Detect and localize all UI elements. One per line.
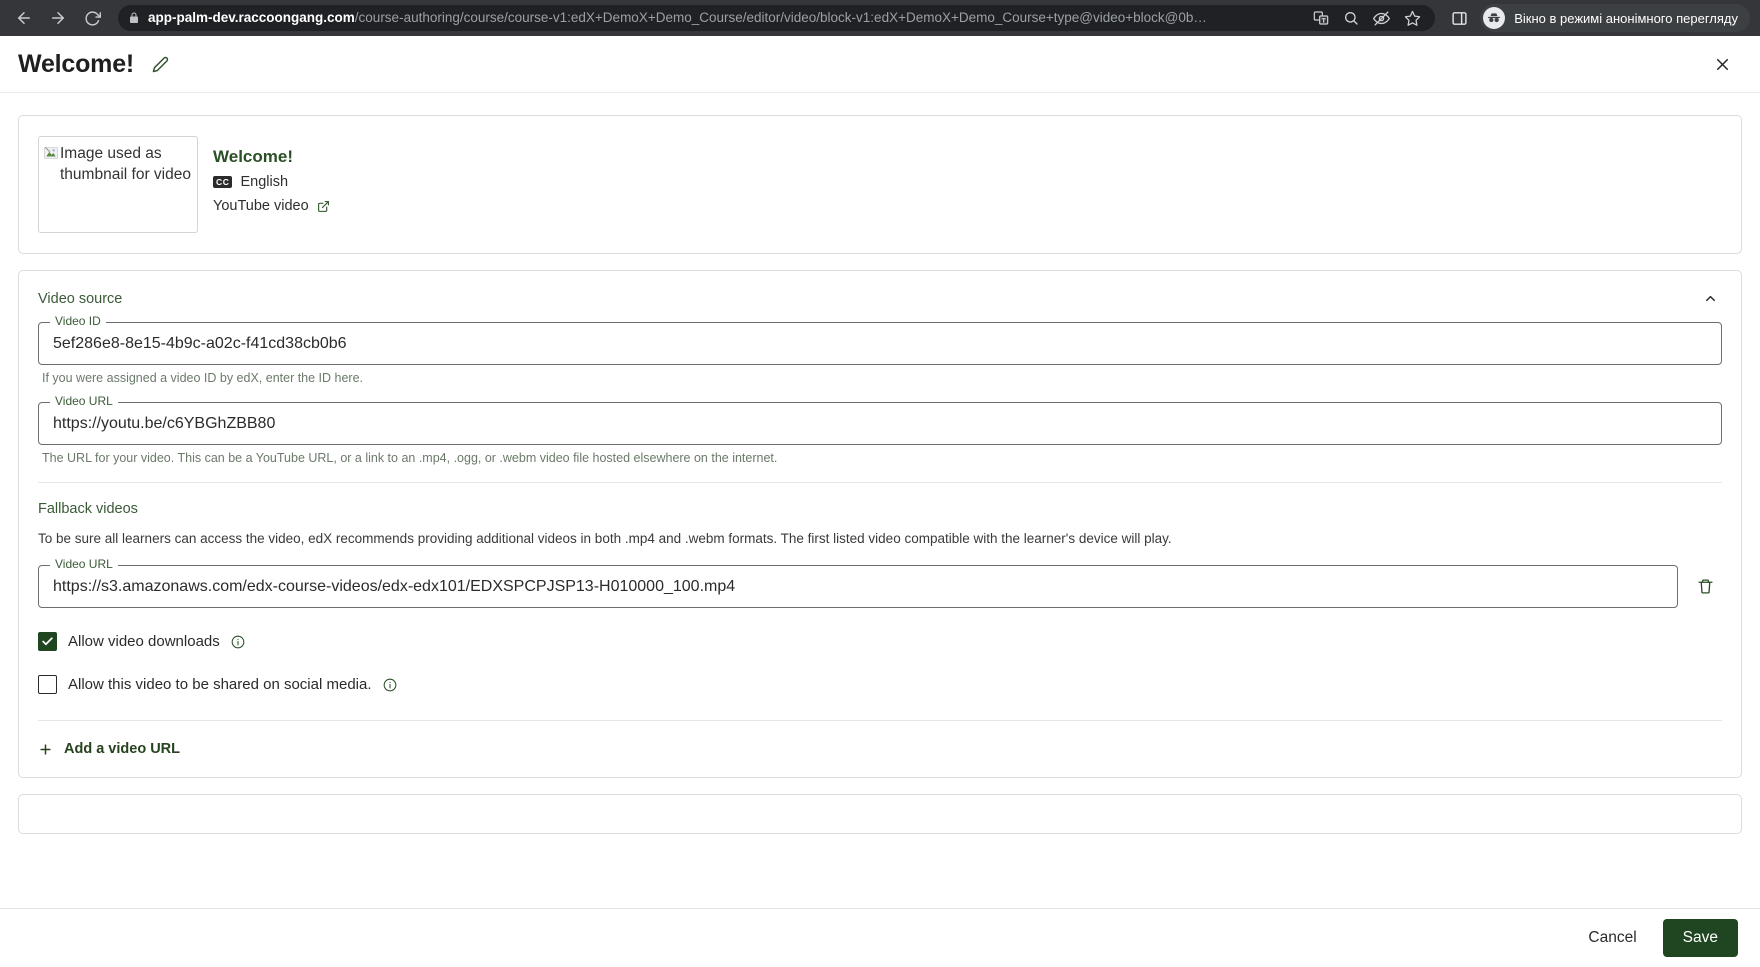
- save-button[interactable]: Save: [1662, 919, 1738, 957]
- browser-right-controls: Вікно в режимі анонімного перегляду: [1441, 4, 1750, 32]
- trash-icon[interactable]: [1688, 570, 1722, 604]
- fallback-url-fieldset: Video URL: [38, 558, 1678, 608]
- omnibox-icons: [1313, 10, 1425, 27]
- video-source-card: Video source Video ID If you were assign…: [18, 270, 1742, 778]
- info-icon[interactable]: [231, 635, 245, 649]
- broken-image-icon: [44, 145, 58, 186]
- modal-header: Welcome!: [0, 36, 1760, 93]
- tracking-protection-icon[interactable]: [1373, 10, 1391, 27]
- allow-downloads-label: Allow video downloads: [68, 633, 220, 650]
- back-arrow-icon[interactable]: [10, 4, 38, 32]
- side-panel-icon[interactable]: [1451, 10, 1468, 27]
- video-name: Welcome!: [213, 147, 293, 166]
- modal-footer: Cancel Save: [0, 908, 1760, 967]
- add-video-url-button[interactable]: Add a video URL: [38, 741, 180, 757]
- video-url-input[interactable]: [53, 414, 1707, 433]
- url-domain: app-palm-dev.raccoongang.com: [148, 10, 355, 25]
- pencil-icon[interactable]: [147, 51, 173, 77]
- translate-icon[interactable]: [1313, 10, 1329, 26]
- cc-badge-icon: CC: [213, 175, 233, 189]
- video-metadata: Welcome! CC English YouTube video: [213, 136, 330, 233]
- video-id-field: Video ID: [38, 315, 1722, 365]
- video-thumbnail: Image used as thumbnail for video: [38, 136, 198, 233]
- add-url-divider: [38, 720, 1722, 721]
- external-link-icon[interactable]: [317, 200, 330, 213]
- broken-image-alt-text: Image used as thumbnail for video: [60, 145, 191, 184]
- allow-social-share-row: Allow this video to be shared on social …: [38, 675, 1722, 694]
- forward-arrow-icon[interactable]: [44, 4, 72, 32]
- video-url-help-text: The URL for your video. This can be a Yo…: [42, 451, 778, 465]
- allow-social-share-label: Allow this video to be shared on social …: [68, 676, 372, 693]
- search-zoom-icon[interactable]: [1343, 10, 1359, 26]
- video-id-fieldset: Video ID: [38, 315, 1722, 365]
- address-bar[interactable]: app-palm-dev.raccoongang.com/course-auth…: [118, 5, 1436, 31]
- incognito-indicator[interactable]: Вікно в режимі анонімного перегляду: [1480, 4, 1750, 32]
- allow-social-share-checkbox[interactable]: [38, 675, 57, 694]
- video-url-fieldset: Video URL: [38, 395, 1722, 445]
- video-id-help-text: If you were assigned a video ID by edX, …: [42, 371, 364, 385]
- add-video-url-label: Add a video URL: [64, 741, 181, 757]
- video-url-label: Video URL: [50, 395, 118, 407]
- fallback-url-label: Video URL: [50, 558, 118, 570]
- chevron-up-icon[interactable]: [1699, 287, 1722, 310]
- caption-row: CC English: [213, 174, 330, 190]
- fallback-url-input[interactable]: [53, 577, 1663, 596]
- url-path: /course-authoring/course/course-v1:edX+D…: [354, 10, 1207, 25]
- video-source-title: Video source: [38, 290, 123, 307]
- info-icon[interactable]: [383, 678, 397, 692]
- allow-downloads-checkbox[interactable]: [38, 632, 57, 651]
- video-info-card: Image used as thumbnail for video Welcom…: [18, 115, 1742, 254]
- url-text: app-palm-dev.raccoongang.com/course-auth…: [148, 5, 1305, 31]
- cancel-button[interactable]: Cancel: [1572, 920, 1652, 956]
- incognito-label: Вікно в режимі анонімного перегляду: [1514, 10, 1738, 26]
- plus-icon: [38, 742, 53, 757]
- video-id-input[interactable]: [53, 334, 1707, 353]
- fallback-videos-description: To be sure all learners can access the v…: [38, 531, 1172, 546]
- lock-icon: [128, 12, 140, 24]
- fallback-url-field: Video URL: [38, 558, 1678, 608]
- video-source-row[interactable]: YouTube video: [213, 198, 330, 214]
- video-id-label: Video ID: [50, 315, 106, 327]
- video-url-field: Video URL: [38, 395, 1722, 445]
- section-divider: [38, 482, 1722, 483]
- video-source-label: YouTube video: [213, 198, 309, 214]
- browser-toolbar: app-palm-dev.raccoongang.com/course-auth…: [0, 0, 1760, 36]
- allow-downloads-row: Allow video downloads: [38, 632, 1722, 651]
- reload-icon[interactable]: [78, 4, 106, 32]
- close-icon[interactable]: [1706, 48, 1738, 80]
- fallback-url-row: Video URL: [38, 558, 1722, 608]
- next-section-card: [18, 794, 1742, 834]
- page-title: Welcome!: [18, 49, 135, 78]
- modal-body: Image used as thumbnail for video Welcom…: [0, 93, 1760, 908]
- fallback-videos-title: Fallback videos: [38, 501, 138, 517]
- broken-image-placeholder: Image used as thumbnail for video: [39, 137, 197, 186]
- incognito-icon: [1483, 7, 1506, 29]
- star-bookmark-icon[interactable]: [1404, 10, 1421, 27]
- video-source-section-header: Video source: [38, 287, 1722, 310]
- caption-language: English: [240, 174, 289, 190]
